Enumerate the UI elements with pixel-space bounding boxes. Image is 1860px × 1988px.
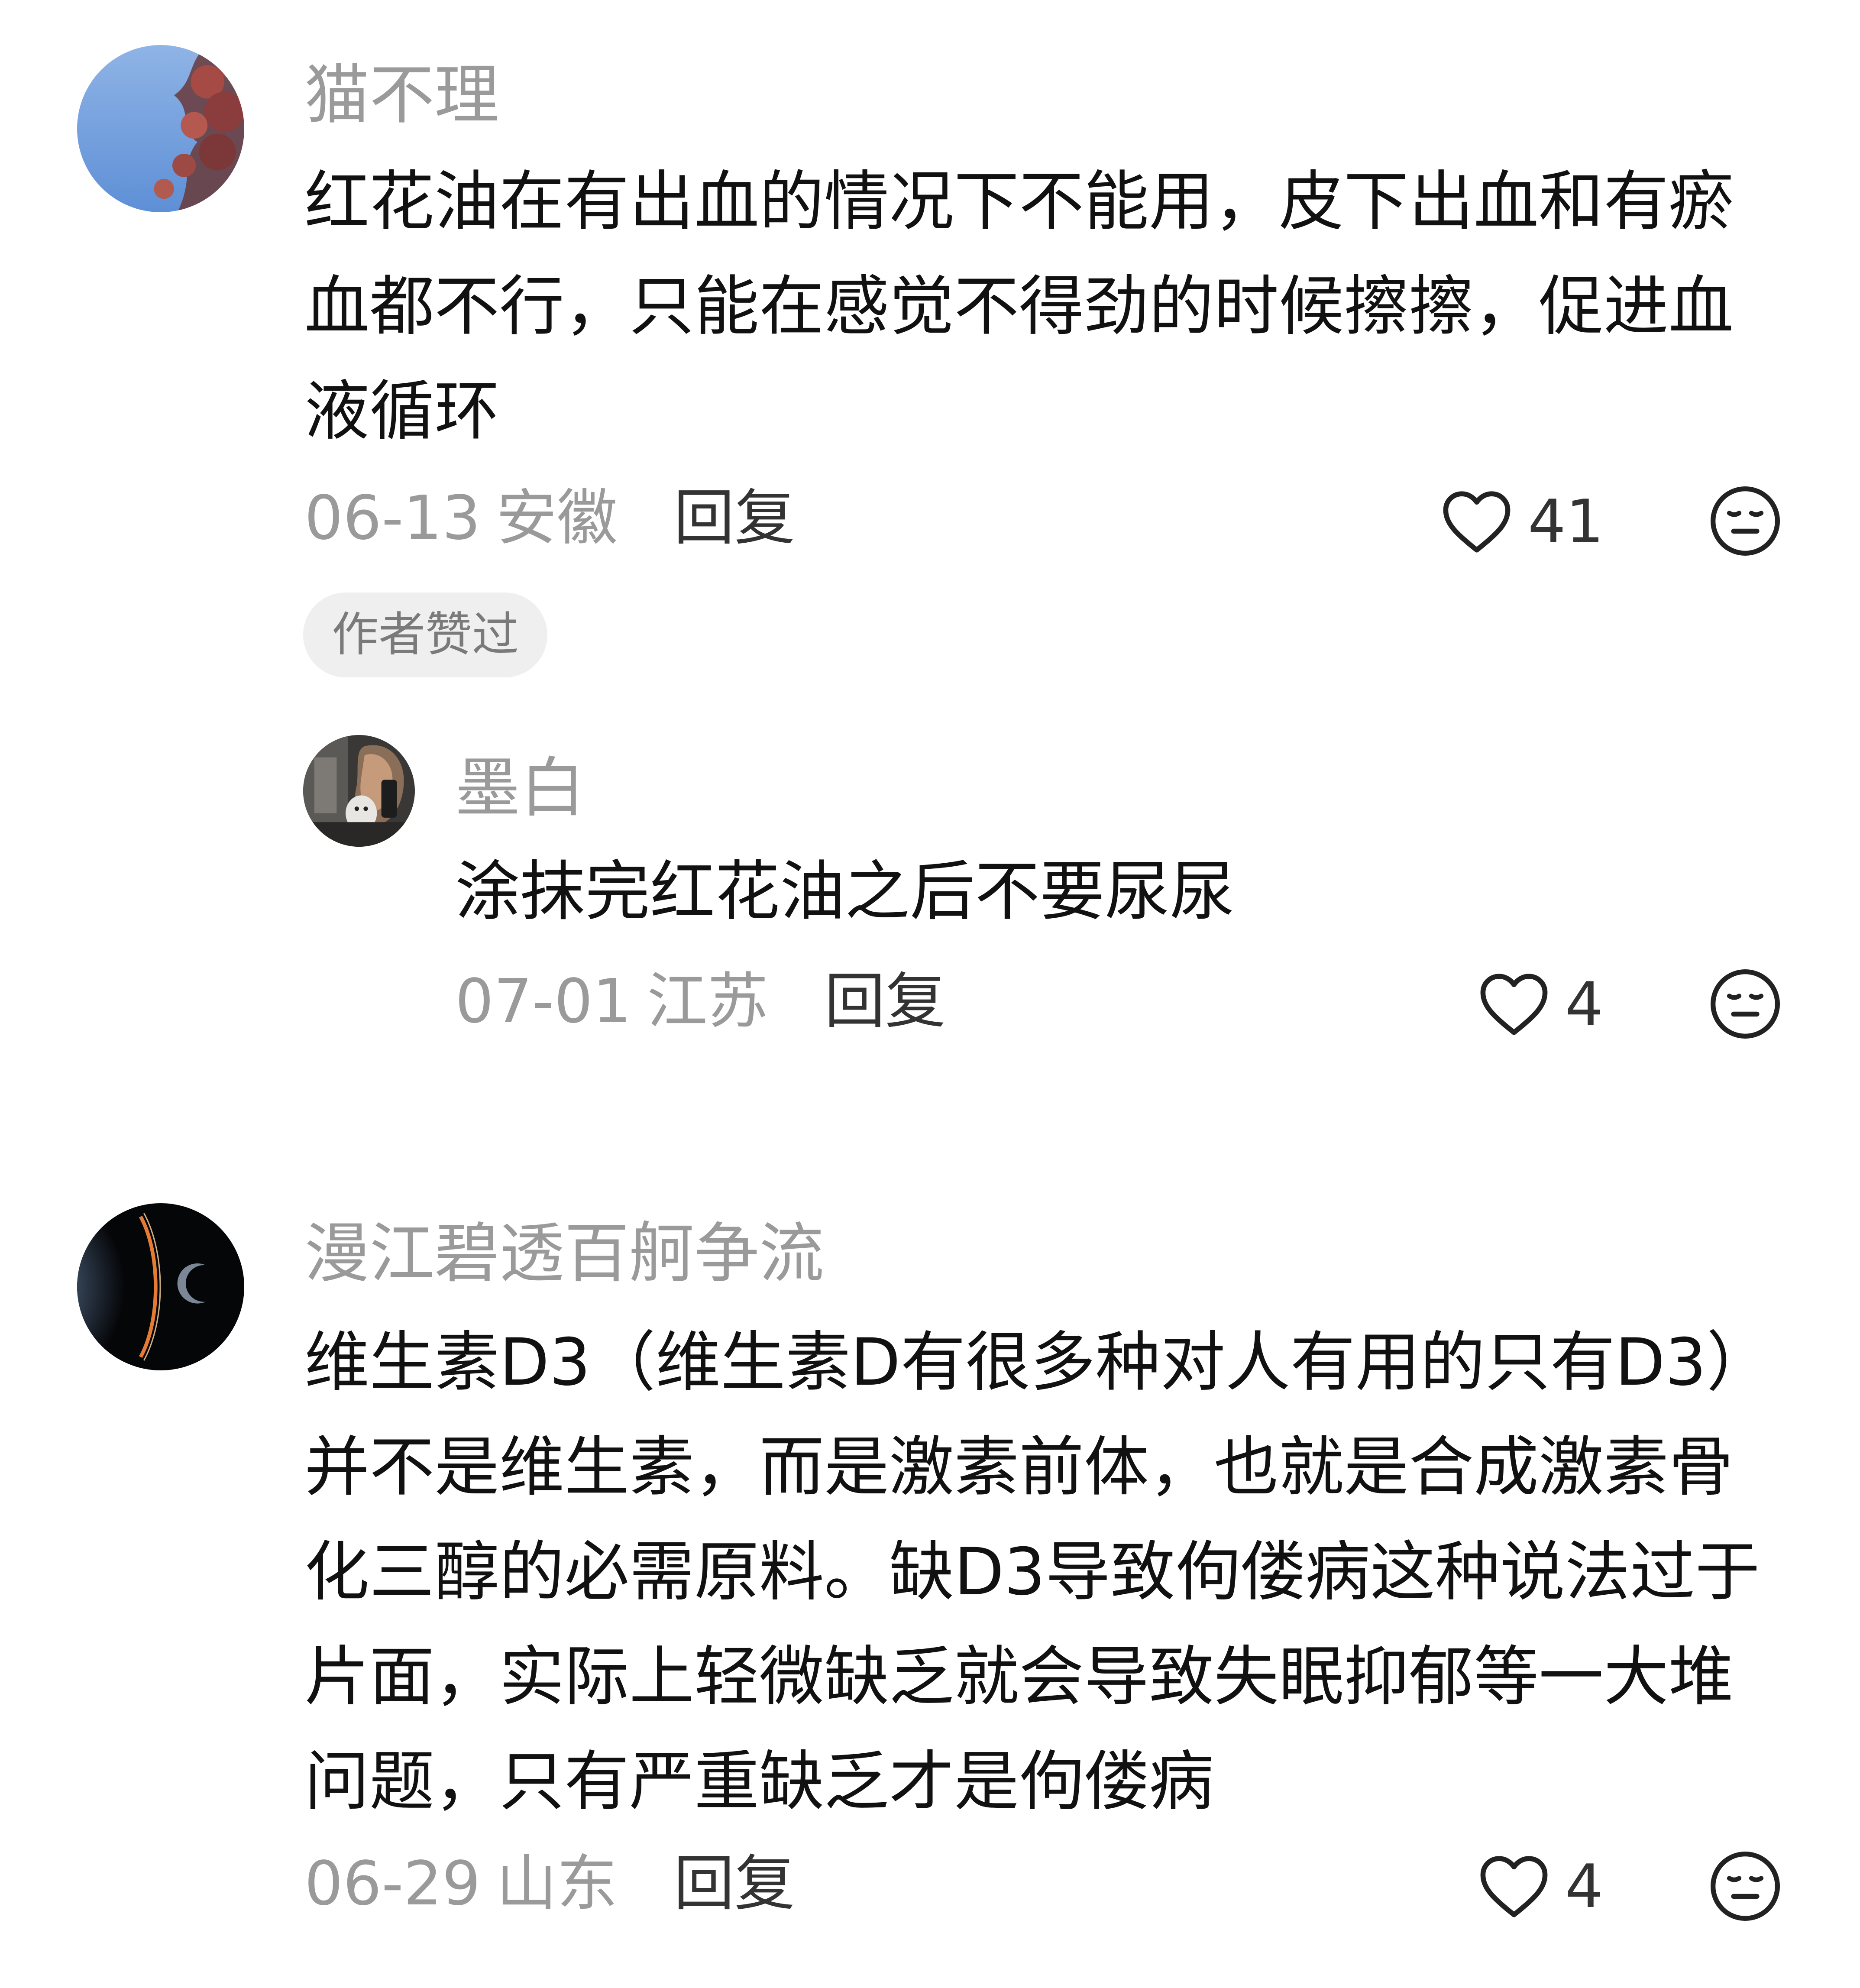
like-button[interactable]: 41 (1440, 487, 1604, 557)
heart-outline-icon (1480, 974, 1548, 1035)
like-count: 41 (1528, 487, 1604, 557)
heart-outline-icon (1443, 491, 1511, 553)
heart-outline-icon (1480, 1856, 1548, 1917)
reply-date: 07-01 (455, 966, 631, 1037)
username[interactable]: 墨白 (455, 756, 585, 821)
reply-text: 涂抹完红花油之后不要尿尿 (455, 854, 1235, 929)
comment-location: 山东 (496, 1849, 618, 1919)
avatar-image (77, 1203, 244, 1370)
username[interactable]: 猫不理 (304, 63, 499, 128)
comment-text: 维生素D3（维生素D有很多种对人有用的只有D3）并不是维生素，而是激素前体，也就… (304, 1325, 1772, 1820)
comment-date: 06-29 (304, 1849, 481, 1919)
comment-location: 安徽 (496, 483, 618, 554)
avatar-image (303, 735, 415, 847)
avatar[interactable] (77, 1203, 244, 1370)
like-count: 4 (1565, 1852, 1603, 1921)
like-count: 4 (1565, 969, 1603, 1039)
author-liked-badge: 作者赞过 (303, 593, 548, 677)
comment-section: 猫不理 红花油在有出血的情况下不能用，皮下出血和有瘀血都不行，只能在感觉不得劲的… (0, 0, 1860, 1988)
reply-location: 江苏 (647, 966, 768, 1037)
reply-button[interactable]: 回复 (674, 483, 795, 554)
comment-text: 红花油在有出血的情况下不能用，皮下出血和有瘀血都不行，只能在感觉不得劲的时候擦擦… (304, 164, 1734, 449)
like-button[interactable]: 4 (1478, 970, 1603, 1039)
neutral-face-icon[interactable] (1708, 1849, 1782, 1923)
comment-date: 06-13 (304, 483, 481, 554)
avatar[interactable] (303, 735, 415, 847)
avatar[interactable] (77, 45, 244, 212)
avatar-image (77, 45, 244, 212)
neutral-face-icon[interactable] (1708, 484, 1782, 558)
reply-button[interactable]: 回复 (674, 1849, 795, 1919)
neutral-face-icon[interactable] (1708, 967, 1782, 1041)
comment-meta: 06-13 安徽 回复 (304, 488, 795, 549)
username[interactable]: 漫江碧透百舸争流 (304, 1221, 824, 1286)
reply-button[interactable]: 回复 (825, 966, 946, 1037)
like-button[interactable]: 4 (1478, 1852, 1603, 1921)
reply-meta: 07-01 江苏 回复 (455, 971, 946, 1032)
comment-meta: 06-29 山东 回复 (304, 1854, 795, 1914)
